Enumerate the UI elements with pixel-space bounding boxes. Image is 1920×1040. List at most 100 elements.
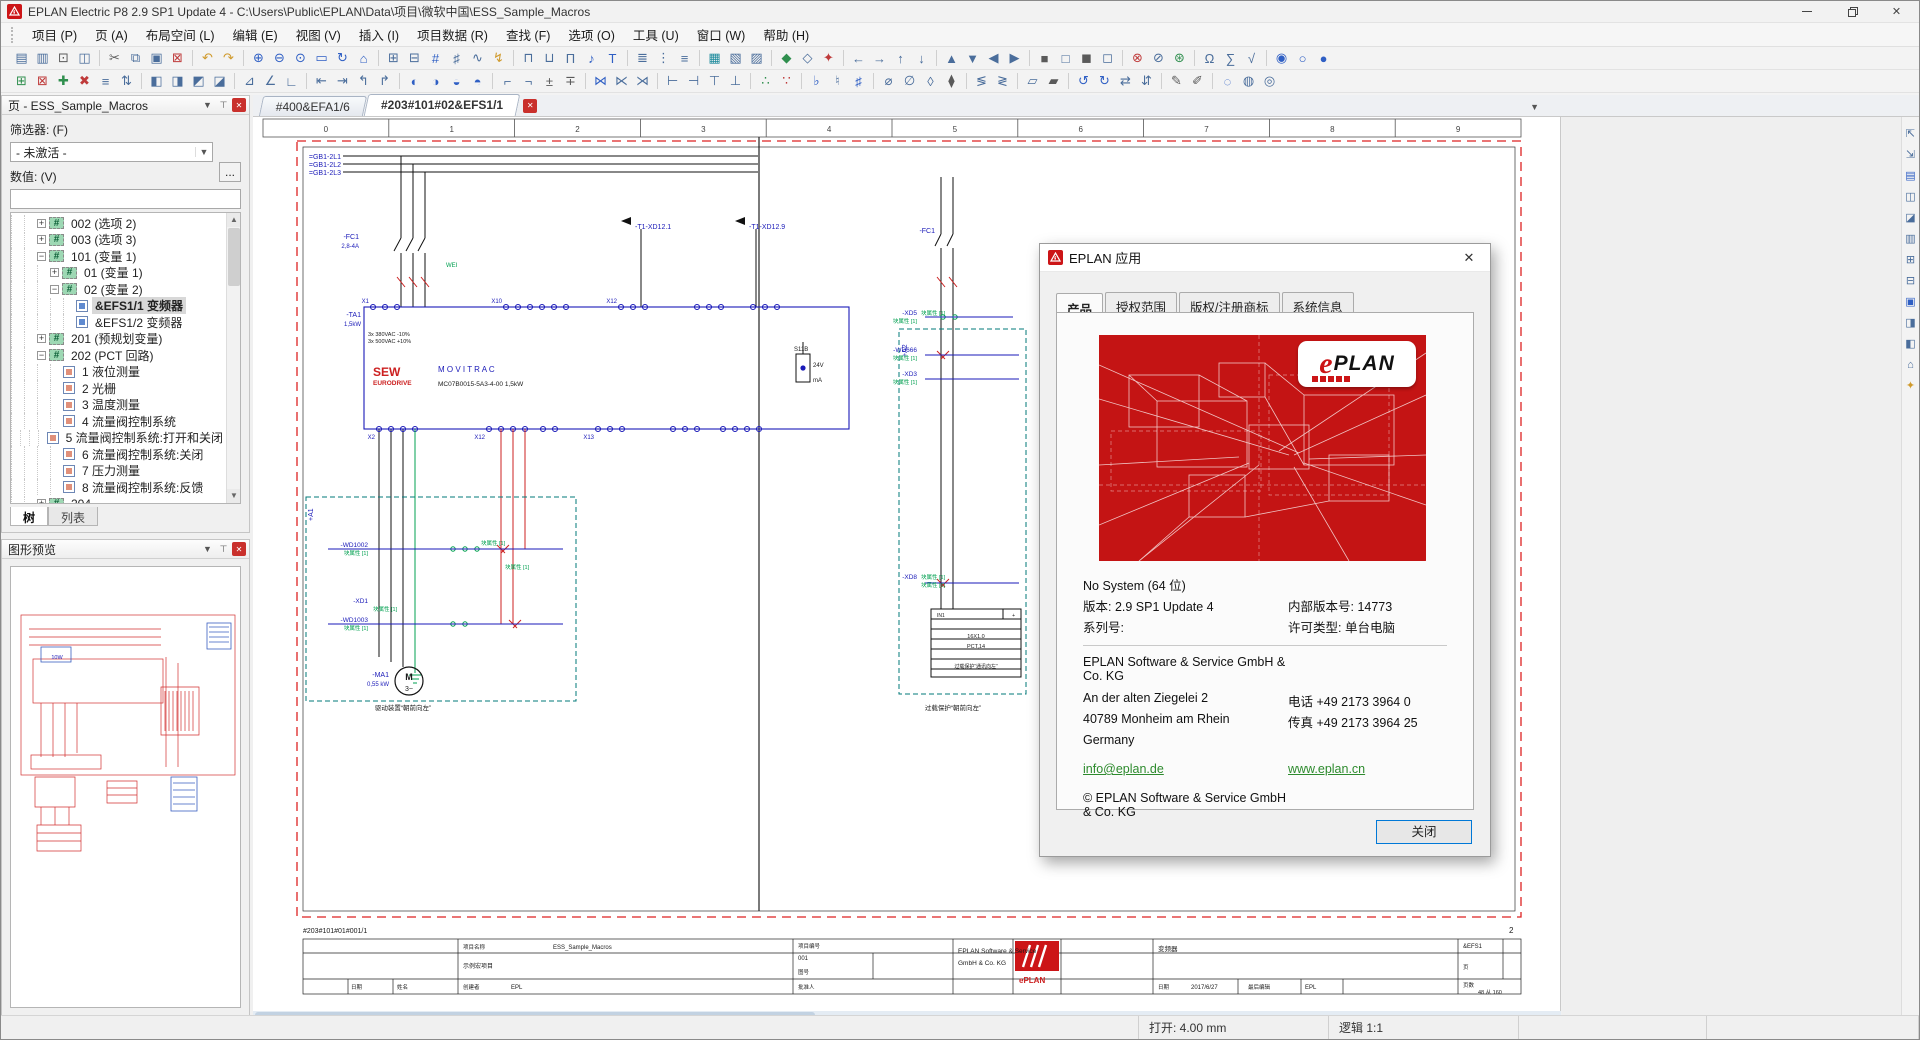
toolbar-icon[interactable]: ⊛ (1169, 48, 1190, 68)
toolbar-icon[interactable]: ⊖ (269, 48, 290, 68)
toolbar-icon[interactable]: ⋉ (611, 71, 632, 91)
website-link[interactable]: www.eplan.cn (1288, 762, 1447, 783)
close-button[interactable]: ✕ (1874, 1, 1919, 23)
toolbar-icon[interactable]: ¬ (518, 71, 539, 91)
email-link[interactable]: info@eplan.de (1083, 762, 1288, 783)
toolbar-icon[interactable]: ∑ (1220, 48, 1241, 68)
toolbar-icon[interactable]: ≣ (632, 48, 653, 68)
toolbar-icon[interactable]: ↻ (332, 48, 353, 68)
toolbar-icon[interactable]: ≡ (674, 48, 695, 68)
panel-dropdown-icon[interactable]: ▼ (200, 542, 215, 556)
toolbar-icon[interactable]: ◌ (1217, 71, 1238, 91)
tree-item[interactable]: 5 流量阀控制系统:打开和关闭 (11, 429, 226, 447)
toolbar-icon[interactable]: ◪ (1902, 207, 1919, 228)
menu-item[interactable]: 项目数据 (R) (408, 26, 497, 46)
toolbar-icon[interactable]: ⊿ (239, 71, 260, 91)
tree-item[interactable]: 8 流量阀控制系统:反馈 (11, 479, 226, 496)
toolbar-icon[interactable]: ◉ (1271, 48, 1292, 68)
toolbar-icon[interactable]: √ (1241, 48, 1262, 68)
scroll-down-icon[interactable]: ▼ (227, 489, 240, 503)
tree-expander-icon[interactable]: − (37, 251, 46, 261)
toolbar-icon[interactable]: ◧ (146, 71, 167, 91)
toolbar-icon[interactable]: ∵ (776, 71, 797, 91)
toolbar-icon[interactable]: ⇤ (311, 71, 332, 91)
tree-item[interactable]: 6 流量阀控制系统:关闭 (11, 446, 226, 463)
toolbar-icon[interactable]: ⊠ (167, 48, 188, 68)
tree-item[interactable]: 1 液位测量 (11, 363, 226, 381)
toolbar-icon[interactable]: ⊗ (1127, 48, 1148, 68)
toolbar-icon[interactable]: ∿ (467, 48, 488, 68)
toolbar-icon[interactable]: ◨ (1902, 312, 1919, 333)
toolbar-icon[interactable]: ◨ (167, 71, 188, 91)
toolbar-icon[interactable]: □ (1055, 48, 1076, 68)
toolbar-icon[interactable]: ⊔ (539, 48, 560, 68)
toolbar-icon[interactable]: ■ (1034, 48, 1055, 68)
toolbar-icon[interactable]: ◩ (188, 71, 209, 91)
toolbar-icon[interactable]: ✎ (1166, 71, 1187, 91)
toolbar-icon[interactable]: ◑ (425, 71, 446, 91)
toolbar-icon[interactable]: ▨ (746, 48, 767, 68)
dialog-close-icon[interactable]: ✕ (1456, 250, 1482, 266)
toolbar-icon[interactable]: ⇱ (1902, 123, 1919, 144)
toolbar-icon[interactable]: ▭ (311, 48, 332, 68)
value-input[interactable] (10, 189, 241, 209)
menu-item[interactable]: 页 (A) (86, 26, 137, 46)
dialog-close-button[interactable]: 关闭 (1376, 820, 1472, 844)
toolbar-icon[interactable]: ↰ (353, 71, 374, 91)
toolbar-icon[interactable]: ♯ (446, 48, 467, 68)
toolbar-icon[interactable]: ▶ (1004, 48, 1025, 68)
toolbar-icon[interactable]: # (425, 48, 446, 68)
toolbar-icon[interactable]: ◼ (1076, 48, 1097, 68)
filter-more-button[interactable]: ... (219, 162, 241, 182)
toolbar-icon[interactable]: ∓ (560, 71, 581, 91)
toolbar-icon[interactable]: ⧉ (125, 48, 146, 68)
menu-item[interactable]: 视图 (V) (287, 26, 350, 46)
toolbar-icon[interactable]: ▥ (32, 48, 53, 68)
tree-expander-icon[interactable]: + (50, 268, 59, 278)
toolbar-icon[interactable]: ▧ (725, 48, 746, 68)
toolbar-icon[interactable]: ♯ (848, 71, 869, 91)
filter-combobox[interactable]: - 未激活 - ▼ (10, 142, 213, 162)
tree-expander-icon[interactable]: − (50, 284, 59, 294)
menu-item[interactable]: 布局空间 (L) (137, 26, 224, 46)
toolbar-icon[interactable]: ⊠ (32, 71, 53, 91)
toolbar-icon[interactable]: ⧫ (941, 71, 962, 91)
tree-item[interactable]: + #01 (变量 1) (11, 264, 226, 282)
toolbar-icon[interactable]: ← (848, 48, 869, 68)
toolbar-icon[interactable]: → (869, 48, 890, 68)
toolbar-icon[interactable]: Ω (1199, 48, 1220, 68)
menu-item[interactable]: 选项 (O) (559, 26, 624, 46)
toolbar-icon[interactable]: ✐ (1187, 71, 1208, 91)
toolbar-icon[interactable]: ⊟ (1902, 270, 1919, 291)
tree-scrollbar[interactable]: ▲ ▼ (226, 213, 240, 503)
toolbar-icon[interactable]: ◫ (74, 48, 95, 68)
tree-expander-icon[interactable]: + (37, 218, 46, 228)
toolbar-icon[interactable]: ↯ (488, 48, 509, 68)
toolbar-icon[interactable]: ↺ (1073, 71, 1094, 91)
toolbar-icon[interactable]: ◇ (797, 48, 818, 68)
menu-item[interactable]: 编辑 (E) (224, 26, 287, 46)
toolbar-icon[interactable]: ● (1313, 48, 1334, 68)
toolbar-icon[interactable]: ≶ (971, 71, 992, 91)
toolbar-icon[interactable]: ⊞ (383, 48, 404, 68)
preview-canvas[interactable]: 10W (10, 566, 241, 1008)
tree-item[interactable]: 3 温度测量 (11, 396, 226, 414)
tree-item[interactable]: + #201 (预规划变量) (11, 330, 226, 348)
toolbar-icon[interactable]: ⊢ (662, 71, 683, 91)
toolbar-icon[interactable]: ⊕ (248, 48, 269, 68)
tree-expander-icon[interactable]: + (37, 499, 46, 503)
toolbar-icon[interactable]: T (602, 48, 623, 68)
panel-tab-列表[interactable]: 列表 (48, 507, 99, 526)
toolbar-icon[interactable]: ⇄ (1115, 71, 1136, 91)
toolbar-icon[interactable]: ⊡ (53, 48, 74, 68)
menu-item[interactable]: 帮助 (H) (754, 26, 818, 46)
tree-expander-icon[interactable]: + (37, 235, 46, 245)
toolbar-icon[interactable]: ⇲ (1902, 144, 1919, 165)
combo-arrow-icon[interactable]: ▼ (195, 147, 212, 157)
tree-item[interactable]: &EFS1/1 变频器 (11, 297, 226, 315)
menu-item[interactable]: 插入 (I) (350, 26, 408, 46)
toolbar-icon[interactable]: ✚ (53, 71, 74, 91)
toolbar-icon[interactable]: ◐ (404, 71, 425, 91)
tree-item[interactable]: 2 光栅 (11, 380, 226, 397)
toolbar-icon[interactable]: ◍ (1238, 71, 1259, 91)
